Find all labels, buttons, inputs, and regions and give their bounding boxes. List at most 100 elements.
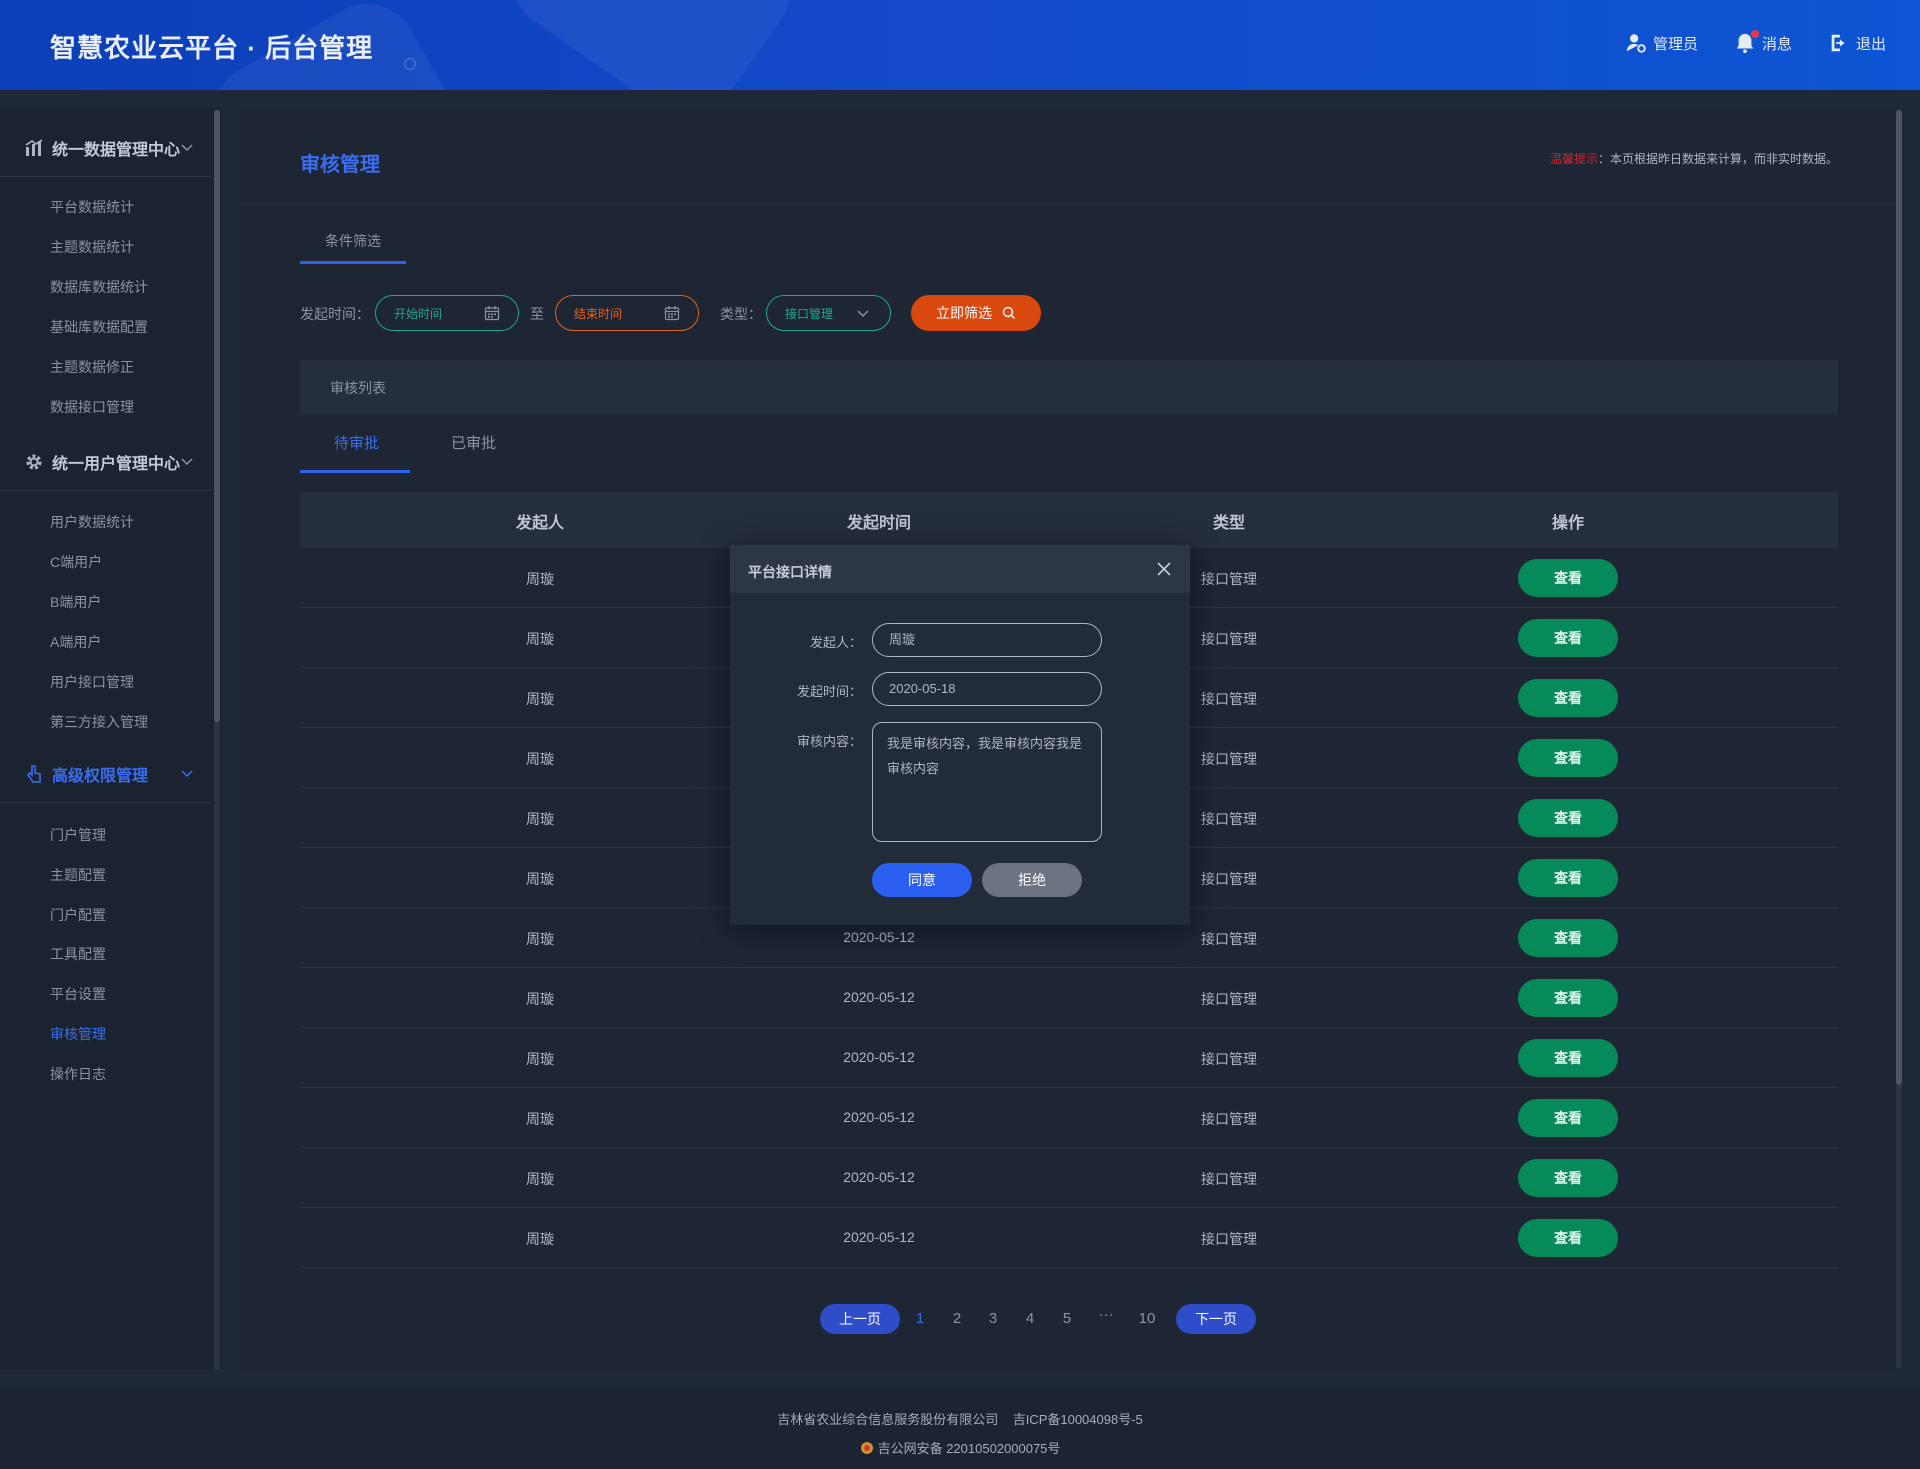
scrollbar-thumb[interactable] — [214, 110, 220, 722]
tab-pending[interactable]: 待审批 — [334, 432, 379, 453]
sidebar-item-c-users[interactable]: C端用户 — [50, 552, 102, 572]
view-button[interactable]: 查看 — [1518, 679, 1618, 717]
sidebar-item-op-log[interactable]: 操作日志 — [50, 1064, 106, 1084]
cell-initiator: 周璇 — [526, 1051, 554, 1067]
admin-button[interactable]: 管理员 — [1625, 32, 1698, 54]
view-button[interactable]: 查看 — [1518, 979, 1618, 1017]
view-button[interactable]: 查看 — [1518, 859, 1618, 897]
sidebar-item-user-stats[interactable]: 用户数据统计 — [50, 512, 134, 532]
scrollbar-thumb[interactable] — [1896, 110, 1902, 1085]
sidebar-item-audit[interactable]: 审核管理 — [50, 1024, 106, 1044]
view-button[interactable]: 查看 — [1518, 919, 1618, 957]
header-decoration — [404, 58, 416, 70]
cell-initiator: 周璇 — [526, 631, 554, 647]
column-header-initiator: 发起人 — [515, 515, 565, 532]
sidebar-scrollbar[interactable] — [214, 110, 220, 1370]
close-icon[interactable] — [1154, 559, 1174, 579]
initiator-field[interactable]: 周璇 — [872, 623, 1102, 657]
cell-time: 2020-05-12 — [843, 1109, 915, 1125]
sidebar-group-label: 高级权限管理 — [52, 768, 149, 785]
sidebar-item-tool-config[interactable]: 工具配置 — [50, 944, 106, 964]
sidebar-item-base-db-config[interactable]: 基础库数据配置 — [50, 317, 148, 337]
logout-icon — [1831, 34, 1845, 52]
sidebar-item-a-users[interactable]: A端用户 — [50, 632, 101, 652]
view-button[interactable]: 查看 — [1518, 559, 1618, 597]
sidebar-item-topic-fix[interactable]: 主题数据修正 — [50, 357, 134, 377]
divider — [0, 176, 212, 177]
modal-header: 平台接口详情 — [730, 545, 1190, 593]
start-date-placeholder: 开始时间 — [394, 306, 443, 321]
cell-time: 2020-05-12 — [843, 989, 915, 1005]
start-date-input[interactable]: 开始时间 — [375, 295, 519, 331]
footer-company: 吉林省农业综合信息服务股份有限公司 — [777, 1412, 999, 1427]
divider — [240, 204, 1896, 205]
view-button[interactable]: 查看 — [1518, 1099, 1618, 1137]
content-label: 审核内容： — [796, 734, 862, 749]
sidebar-item-third-party[interactable]: 第三方接入管理 — [50, 712, 148, 732]
page-3[interactable]: 3 — [989, 1310, 997, 1327]
view-button[interactable]: 查看 — [1518, 799, 1618, 837]
cell-time: 2020-05-12 — [843, 1169, 915, 1185]
sidebar-group-data-center[interactable]: 统一数据管理中心 — [0, 128, 212, 168]
page-4[interactable]: 4 — [1026, 1310, 1034, 1327]
sidebar-item-db-stats[interactable]: 数据库数据统计 — [50, 277, 148, 297]
cell-type: 接口管理 — [1201, 1111, 1257, 1127]
type-select[interactable]: 接口管理 — [766, 295, 891, 331]
sidebar-group-user-center[interactable]: 统一用户管理中心 — [0, 442, 212, 482]
notice-text: 温馨提示：本页根据昨日数据来计算，而非实时数据。 — [1550, 150, 1838, 167]
time-field[interactable]: 2020-05-18 — [872, 672, 1102, 706]
cell-type: 接口管理 — [1201, 1231, 1257, 1247]
view-button[interactable]: 查看 — [1518, 1219, 1618, 1257]
police-badge-icon — [860, 1441, 873, 1454]
sidebar-item-platform-stats[interactable]: 平台数据统计 — [50, 197, 134, 217]
logout-button[interactable]: 退出 — [1828, 32, 1886, 54]
sidebar-item-user-api[interactable]: 用户接口管理 — [50, 672, 134, 692]
table-row: 周璇 2020-05-12 接口管理 查看 — [300, 1028, 1838, 1088]
next-page-button[interactable]: 下一页 — [1176, 1304, 1256, 1334]
messages-button[interactable]: 消息 — [1734, 30, 1792, 54]
sidebar-item-platform-settings[interactable]: 平台设置 — [50, 984, 106, 1004]
sidebar-item-theme-config[interactable]: 主题配置 — [50, 865, 106, 885]
page-2[interactable]: 2 — [953, 1310, 961, 1327]
content-textarea[interactable]: 我是审核内容，我是审核内容我是审核内容 — [872, 722, 1102, 842]
footer-police-line: 吉公网安备 22010502000075号 — [0, 1438, 1920, 1457]
view-button[interactable]: 查看 — [1518, 1159, 1618, 1197]
sidebar-item-data-api[interactable]: 数据接口管理 — [50, 397, 134, 417]
sidebar-item-b-users[interactable]: B端用户 — [50, 592, 101, 612]
view-button[interactable]: 查看 — [1518, 739, 1618, 777]
chevron-down-icon — [181, 458, 193, 466]
page-10[interactable]: 10 — [1139, 1310, 1156, 1327]
list-section-header: 审核列表 — [300, 360, 1838, 414]
approve-button[interactable]: 同意 — [872, 863, 972, 897]
tab-filter[interactable]: 条件筛选 — [300, 222, 406, 264]
page-5[interactable]: 5 — [1063, 1310, 1071, 1327]
footer-police[interactable]: 吉公网安备 22010502000075号 — [878, 1438, 1061, 1457]
cell-initiator: 周璇 — [526, 991, 554, 1007]
cell-time: 2020-05-12 — [843, 1229, 915, 1245]
notice-warn: 温馨提示 — [1549, 152, 1598, 166]
time-label: 发起时间： — [796, 684, 862, 699]
cell-type: 接口管理 — [1201, 871, 1257, 887]
hand-pointer-icon — [26, 765, 41, 783]
view-button[interactable]: 查看 — [1518, 1039, 1618, 1077]
prev-page-button[interactable]: 上一页 — [820, 1304, 900, 1334]
main-scrollbar[interactable] — [1896, 110, 1902, 1368]
filter-submit-button[interactable]: 立即筛选 — [911, 295, 1041, 331]
table-header: 发起人 发起时间 类型 操作 — [300, 492, 1838, 548]
sidebar-item-portal-config[interactable]: 门户配置 — [50, 905, 106, 925]
cell-type: 接口管理 — [1201, 991, 1257, 1007]
reject-button[interactable]: 拒绝 — [982, 863, 1082, 897]
view-button[interactable]: 查看 — [1518, 619, 1618, 657]
page-1[interactable]: 1 — [916, 1310, 924, 1327]
table-row: 周璇 2020-05-12 接口管理 查看 — [300, 1208, 1838, 1268]
tab-approved[interactable]: 已审批 — [451, 432, 496, 453]
sidebar-item-topic-stats[interactable]: 主题数据统计 — [50, 237, 134, 257]
column-header-time: 发起时间 — [846, 515, 912, 532]
cell-initiator: 周璇 — [526, 751, 554, 767]
page-title: 审核管理 — [300, 154, 380, 176]
footer-icp[interactable]: 吉ICP备10004098号-5 — [1013, 1412, 1143, 1427]
bell-icon — [1734, 30, 1759, 54]
sidebar-item-portal-mgmt[interactable]: 门户管理 — [50, 825, 106, 845]
end-date-input[interactable]: 结束时间 — [555, 295, 699, 331]
sidebar-group-permissions[interactable]: 高级权限管理 — [0, 754, 212, 794]
